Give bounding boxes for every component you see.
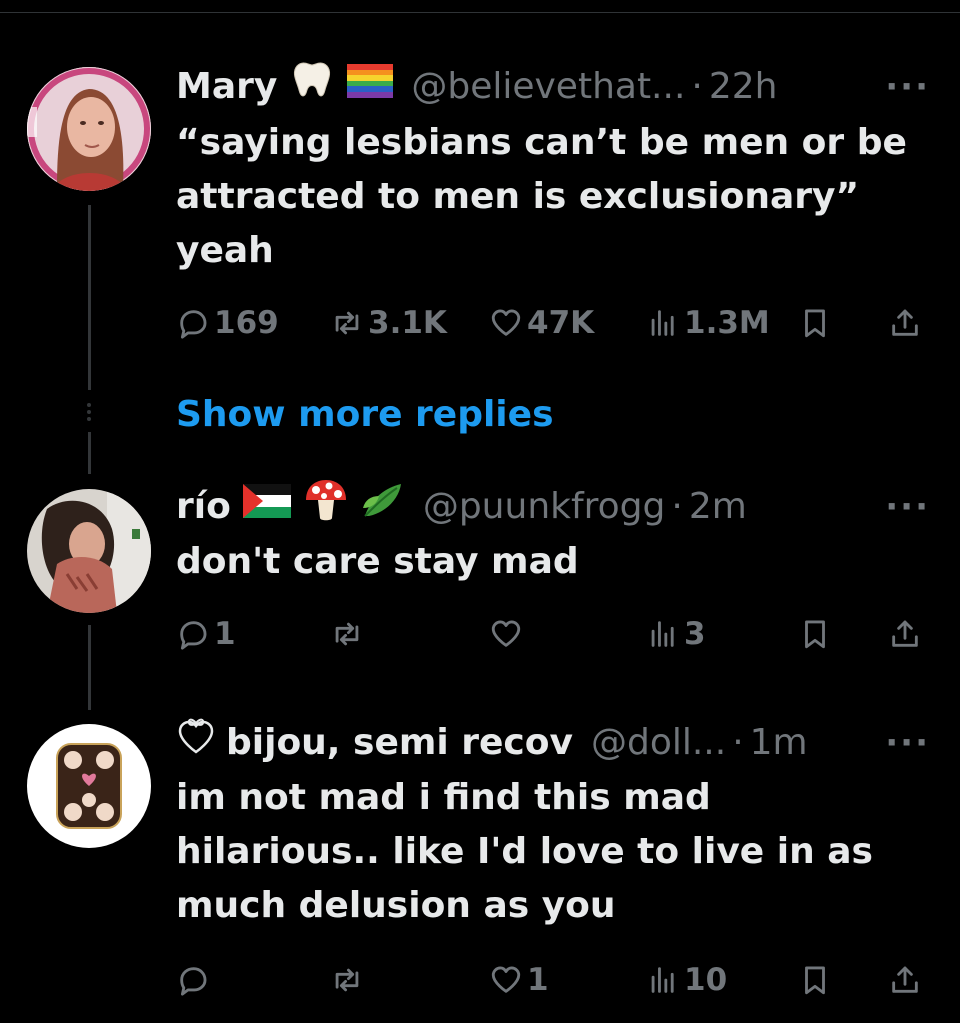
more-options-icon[interactable]: ··· [885,482,930,532]
repost-icon [335,311,359,335]
timestamp[interactable]: 1m [750,718,808,768]
avatar[interactable] [27,724,151,848]
bookmark-button[interactable] [798,955,836,1005]
more-options-icon[interactable]: ··· [885,62,930,112]
tweet-text: “saying lesbians can’t be men or be attr… [176,122,907,271]
separator-dot: · [691,66,703,107]
share-button[interactable] [888,955,926,1005]
ribbon-heart-emoji [176,717,216,769]
avatar[interactable] [27,67,151,191]
display-name[interactable]: Mary [176,62,277,112]
bookmark-icon [805,309,825,338]
repost-button[interactable] [330,955,368,1005]
reply-button[interactable]: 169 [176,298,279,348]
heart-icon [491,966,521,993]
tweet-header: río @puunkfrogg · 2m ··· [176,480,930,534]
reply-icon [180,967,207,996]
like-button[interactable] [489,609,527,659]
timestamp[interactable]: 2m [689,482,747,532]
share-icon [892,620,918,647]
reply-count: 1 [214,616,236,652]
like-button[interactable]: 1 [489,955,549,1005]
views-icon [651,967,674,993]
rainbow-flag-emoji [347,62,394,112]
tweet-header: Mary @believethat... · 22h ··· [176,62,930,112]
repost-button[interactable]: 3.1K [330,298,447,348]
views-button[interactable]: 1.3M [646,298,770,348]
views-icon [651,621,674,647]
tweet-text: im not mad i find this mad hilarious.. l… [176,777,873,926]
thread-dots [86,400,92,424]
display-name[interactable]: bijou, semi recov [226,718,573,768]
show-more-replies-link[interactable]: Show more replies [176,390,554,440]
thread-line [88,625,91,710]
repost-icon [335,968,359,992]
repost-button[interactable] [330,609,368,659]
mushroom-emoji [303,478,349,536]
bookmark-icon [805,620,825,649]
handle[interactable]: @believethat... [411,62,685,112]
tweet-header: bijou, semi recov @doll... · 1m ··· [176,718,930,768]
reply-icon [180,621,207,650]
leaves-emoji [361,480,405,534]
share-button[interactable] [888,298,926,348]
heart-icon [491,620,521,647]
share-icon [892,966,918,993]
share-button[interactable] [888,609,926,659]
repost-icon [335,622,359,646]
avatar[interactable] [27,489,151,613]
reply-button[interactable]: 1 [176,609,236,659]
views-button[interactable]: 10 [646,955,727,1005]
views-count: 10 [684,962,728,998]
repost-count: 3.1K [368,305,447,341]
display-name[interactable]: río [176,482,231,532]
share-icon [892,309,918,336]
separator-dot: · [671,486,683,527]
views-button[interactable]: 3 [646,609,706,659]
views-count: 3 [684,616,706,652]
heart-icon [491,309,521,336]
palestine-flag-emoji [242,482,291,532]
reply-button[interactable] [176,955,214,1005]
handle[interactable]: @puunkfrogg [423,482,666,532]
tweet-text: don't care stay mad [176,541,579,582]
bookmark-button[interactable] [798,298,836,348]
tooth-emoji [289,60,335,114]
views-icon [651,310,674,336]
like-count: 1 [527,962,549,998]
reply-icon [180,310,207,339]
tweet[interactable]: Mary @believethat... · 22h ··· “saying l… [0,0,960,380]
thread-line [88,432,91,474]
separator-dot: · [732,722,744,763]
like-button[interactable]: 47K [489,298,594,348]
bookmark-button[interactable] [798,609,836,659]
tweet-actions: 1 10 [176,955,936,1005]
more-options-icon[interactable]: ··· [885,718,930,768]
tweet-actions: 169 3.1K 47K 1.3M [176,298,936,348]
timestamp[interactable]: 22h [709,62,778,112]
tweet-actions: 1 3 [176,609,936,659]
bookmark-icon [805,966,825,995]
like-count: 47K [527,305,595,341]
reply-count: 169 [214,305,279,341]
handle[interactable]: @doll... [591,718,726,768]
views-count: 1.3M [684,305,770,341]
